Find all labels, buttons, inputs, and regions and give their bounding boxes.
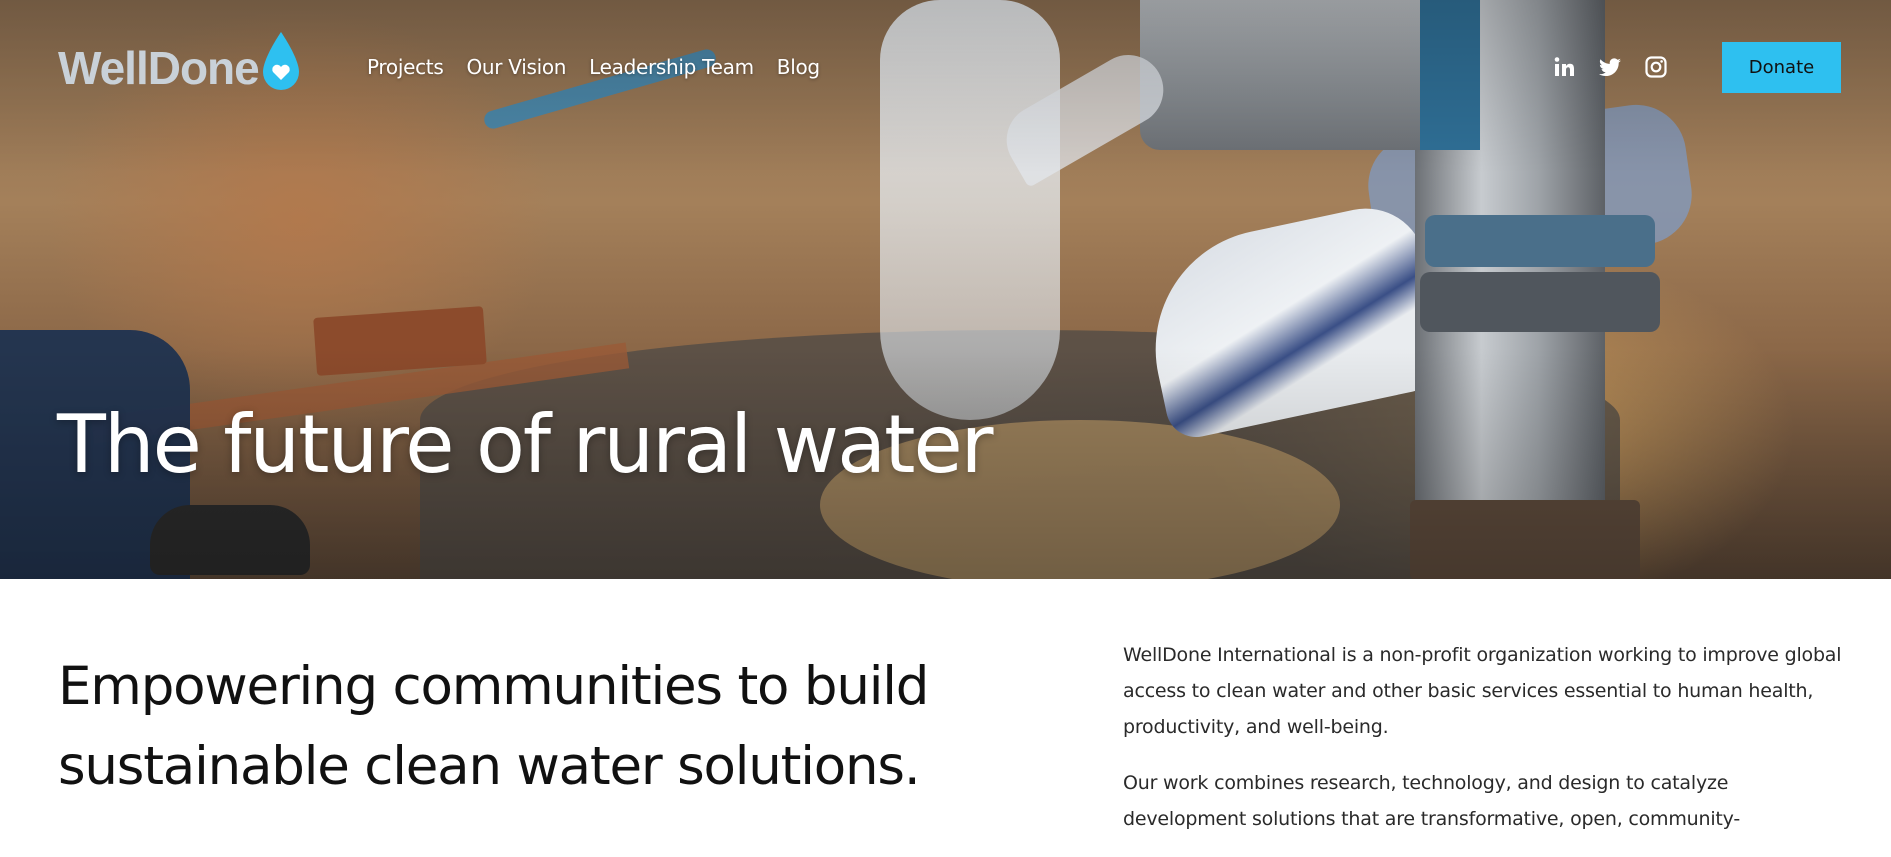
nav-link-leadership-team[interactable]: Leadership Team xyxy=(589,55,754,79)
mission-paragraph: WellDone International is a non-profit o… xyxy=(1123,644,1842,738)
top-navigation: WellDone Projects Our Vision Leadership … xyxy=(0,0,1891,135)
brand-logo[interactable]: WellDone xyxy=(58,32,303,100)
hero-title: The future of rural water xyxy=(57,398,994,491)
twitter-icon[interactable] xyxy=(1598,55,1622,79)
mission-headline: Empowering communities to build sustaina… xyxy=(58,656,929,797)
logo-wordmark: WellDone xyxy=(58,42,260,94)
nav-link-projects[interactable]: Projects xyxy=(367,55,444,79)
social-links xyxy=(1552,55,1668,79)
instagram-icon[interactable] xyxy=(1644,55,1668,79)
main-menu: Projects Our Vision Leadership Team Blog xyxy=(367,55,820,79)
hero-section: WellDone Projects Our Vision Leadership … xyxy=(0,0,1891,579)
intro-section: Empowering communities to build sustaina… xyxy=(0,579,1891,844)
nav-link-our-vision[interactable]: Our Vision xyxy=(466,55,566,79)
donate-button[interactable]: Donate xyxy=(1722,42,1841,93)
linkedin-icon[interactable] xyxy=(1552,55,1576,79)
nav-link-blog[interactable]: Blog xyxy=(777,55,820,79)
mission-copy: WellDone International is a non-profit o… xyxy=(1123,637,1843,857)
water-drop-heart-icon xyxy=(262,32,299,90)
mission-paragraph: Our work combines research, technology, … xyxy=(1123,772,1741,830)
